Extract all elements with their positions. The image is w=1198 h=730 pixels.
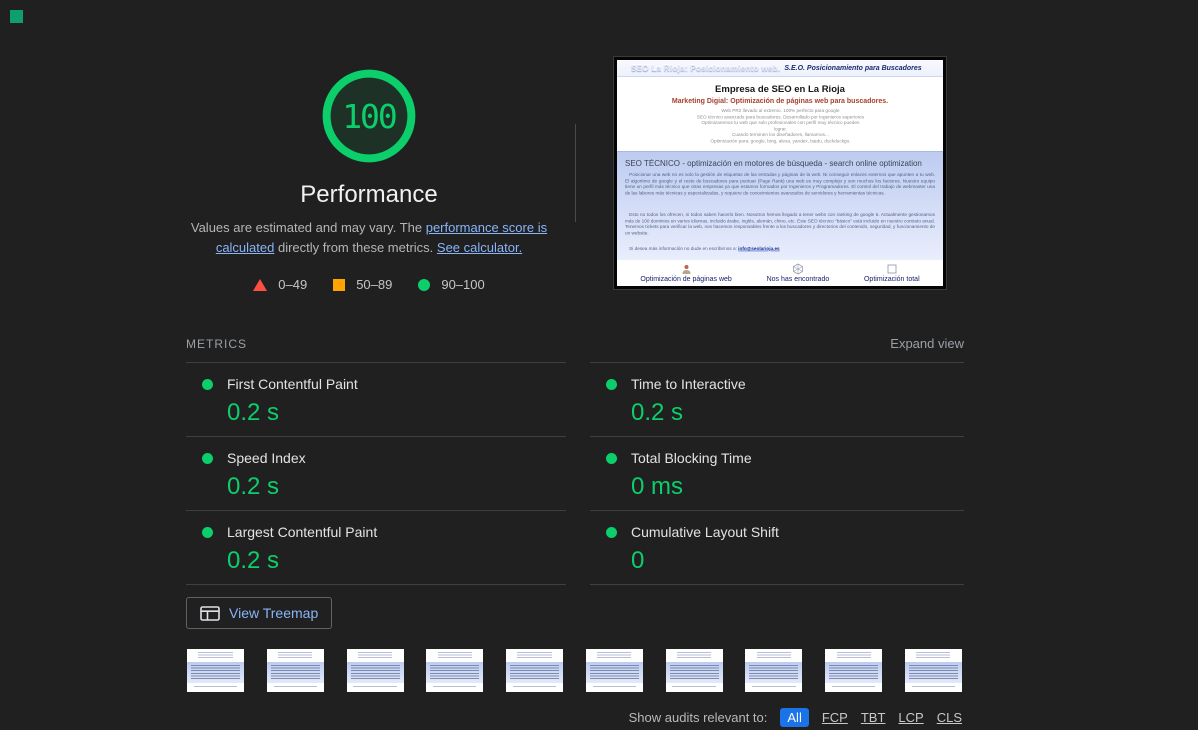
page-title: Empresa de SEO en La Rioja: [617, 84, 943, 95]
filmstrip-frame: [905, 649, 962, 692]
metrics-section-title: METRICS: [186, 337, 247, 351]
metric-largest-contentful-paint: Largest Contentful Paint 0.2 s: [186, 510, 566, 584]
final-screenshot-pane: SEO La Rioja: Posicionamiento web. S.E.O…: [613, 56, 947, 290]
treemap-row: View Treemap: [186, 584, 566, 640]
see-calculator-link[interactable]: See calculator.: [437, 240, 522, 255]
page-subtitle: Marketing Digial: Optimización de página…: [617, 98, 943, 105]
email-link: info@seolarioja.es: [738, 246, 780, 251]
filmstrip-frame: [666, 649, 723, 692]
footer-item-paginas: Optimización de páginas web: [640, 264, 731, 283]
audit-chip-all[interactable]: All: [780, 708, 808, 727]
seo-contact-line: Si desea más información no dude en escr…: [625, 246, 935, 255]
view-treemap-button[interactable]: View Treemap: [186, 597, 332, 629]
seo-paragraph-1: Posicionar una web no es solo la gestión…: [625, 172, 935, 209]
footer-item-label: Optimización total: [864, 276, 920, 283]
person-icon: [681, 264, 692, 275]
footer-item-label: Optimización de páginas web: [640, 276, 731, 283]
fail-triangle-icon: [253, 279, 267, 291]
filmstrip-frame: [187, 649, 244, 692]
metric-speed-index: Speed Index 0.2 s: [186, 436, 566, 510]
score-legend: 0–49 50–89 90–100: [186, 277, 552, 292]
average-square-icon: [333, 279, 345, 291]
square-icon: [886, 263, 898, 275]
filmstrip-frame: [825, 649, 882, 692]
filmstrip-frame: [267, 649, 324, 692]
filmstrip-frame: [586, 649, 643, 692]
metric-pass-dot-icon: [202, 527, 213, 538]
category-title: Performance: [186, 181, 552, 209]
section-divider: [575, 124, 576, 222]
metric-time-to-interactive: Time to Interactive 0.2 s: [590, 362, 964, 436]
legend-pass: 90–100: [418, 277, 484, 292]
legend-average-label: 50–89: [356, 277, 392, 292]
treemap-icon: [200, 606, 220, 621]
page-intro-lines: Web PR2 llevado al extremo. 100% perfect…: [617, 108, 943, 145]
page-header-emboss: SEO La Rioja: Posicionamiento web.: [631, 64, 780, 73]
filmstrip-frame: [347, 649, 404, 692]
metric-pass-dot-icon: [606, 379, 617, 390]
audit-chip-lcp[interactable]: LCP: [898, 710, 923, 725]
metric-pass-dot-icon: [606, 453, 617, 464]
filmstrip-frame: [745, 649, 802, 692]
metrics-bottom-rule: [590, 584, 964, 640]
disclaimer-text: Values are estimated and may vary. The: [191, 220, 426, 235]
green-marker: [10, 10, 23, 23]
audit-chip-tbt[interactable]: TBT: [861, 710, 886, 725]
footer-item-total: Optimización total: [864, 263, 920, 283]
pass-circle-icon: [418, 279, 430, 291]
disclaimer-text-2: directly from these metrics.: [274, 240, 437, 255]
metric-pass-dot-icon: [202, 453, 213, 464]
metric-total-blocking-time: Total Blocking Time 0 ms: [590, 436, 964, 510]
intro-line: Optimización para: google, bing, alexa, …: [617, 138, 943, 144]
seo-paragraph-2: Esto no todos los ofrecen, ni todos sabe…: [625, 212, 935, 243]
metric-value: 0.2 s: [227, 399, 566, 427]
performance-gauge[interactable]: 100: [321, 68, 417, 164]
metric-value: 0.2 s: [227, 547, 566, 575]
filmstrip-frame: [506, 649, 563, 692]
legend-fail-label: 0–49: [278, 277, 307, 292]
screenshot-page: SEO La Rioja: Posicionamiento web. S.E.O…: [617, 60, 943, 286]
metric-value: 0.2 s: [227, 473, 566, 501]
performance-score-summary: 100 Performance Values are estimated and…: [186, 40, 552, 292]
metric-cumulative-layout-shift: Cumulative Layout Shift 0: [590, 510, 964, 584]
metric-pass-dot-icon: [202, 379, 213, 390]
screenshot-seo-section: SEO TÉCNICO - optimización en motores de…: [617, 151, 943, 260]
seo-section-heading: SEO TÉCNICO - optimización en motores de…: [625, 159, 935, 168]
screenshot-page-footer: Optimización de páginas web Nos has enco…: [617, 260, 943, 286]
footer-item-encontrado: Nos has encontrado: [767, 263, 830, 283]
audit-chip-fcp[interactable]: FCP: [822, 710, 848, 725]
legend-average: 50–89: [333, 277, 392, 292]
metric-value: 0.2 s: [631, 399, 964, 427]
view-treemap-label: View Treemap: [229, 605, 318, 621]
filmstrip-frame: [426, 649, 483, 692]
screenshot-intro-section: Empresa de SEO en La Rioja Marketing Dig…: [617, 77, 943, 151]
metric-first-contentful-paint: First Contentful Paint 0.2 s: [186, 362, 566, 436]
legend-pass-label: 90–100: [441, 277, 484, 292]
expand-view-button[interactable]: Expand view: [890, 336, 964, 351]
metrics-grid: First Contentful Paint 0.2 s Time to Int…: [186, 362, 964, 640]
metric-pass-dot-icon: [606, 527, 617, 538]
screenshot-page-header: SEO La Rioja: Posicionamiento web. S.E.O…: [617, 60, 943, 77]
legend-fail: 0–49: [253, 277, 307, 292]
audit-chip-cls[interactable]: CLS: [937, 710, 962, 725]
gauge-score-value: 100: [321, 68, 417, 164]
audit-filter-bar: Show audits relevant to: All FCP TBT LCP…: [629, 708, 962, 727]
filmstrip: [187, 649, 962, 692]
metric-value: 0: [631, 547, 964, 575]
audit-filter-label: Show audits relevant to:: [629, 710, 768, 725]
score-disclaimer: Values are estimated and may vary. The p…: [186, 218, 552, 258]
hexagon-icon: [792, 263, 804, 275]
footer-item-label: Nos has encontrado: [767, 276, 830, 283]
page-header-italic: S.E.O. Posicionamiento para Buscadores: [784, 65, 921, 72]
metric-value: 0 ms: [631, 473, 964, 501]
